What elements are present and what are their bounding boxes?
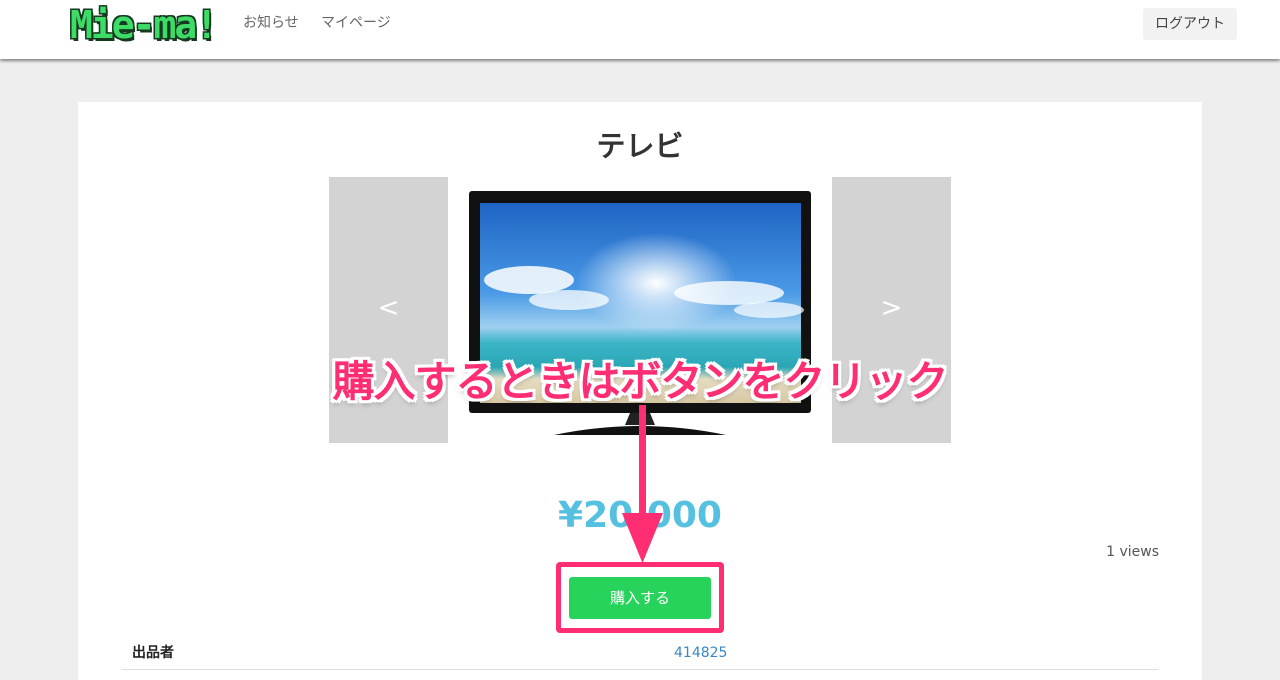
- nav-link-mypage[interactable]: マイページ: [321, 14, 391, 32]
- chevron-right-icon: >: [880, 293, 903, 323]
- chevron-left-icon: <: [377, 293, 400, 323]
- product-title: テレビ: [596, 129, 684, 163]
- instruction-annotation: 購入するときはボタンをクリック: [332, 357, 948, 406]
- arrow-down-icon: [622, 405, 663, 563]
- buy-button[interactable]: 購入する: [569, 577, 711, 619]
- navbar: Mie-ma! お知らせ マイページ ログアウト: [0, 0, 1280, 59]
- logout-button[interactable]: ログアウト: [1143, 8, 1237, 40]
- view-count: 1 views: [1106, 544, 1159, 560]
- nav-link-news[interactable]: お知らせ: [243, 14, 299, 32]
- site-logo[interactable]: Mie-ma!: [70, 2, 218, 48]
- seller-row: 出品者 414825: [121, 636, 1159, 670]
- seller-link[interactable]: 414825: [674, 644, 727, 662]
- seller-label: 出品者: [132, 645, 174, 661]
